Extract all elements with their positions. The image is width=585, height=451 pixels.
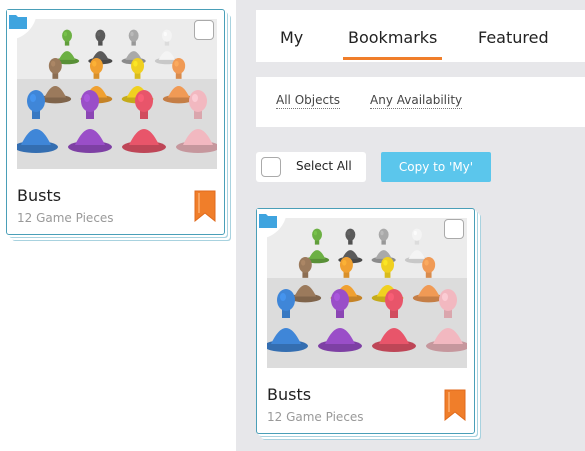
tab-bookmarks[interactable]: Bookmarks (342, 10, 443, 62)
select-all-checkbox[interactable] (261, 157, 281, 177)
filter-objects[interactable]: All Objects (276, 93, 341, 109)
card-title: Busts (267, 385, 312, 404)
bookmark-icon[interactable] (444, 389, 466, 421)
busts-image (17, 19, 217, 169)
card-select-checkbox[interactable] (444, 219, 464, 239)
object-card[interactable]: Busts 12 Game Pieces (6, 9, 225, 235)
card-subtitle: 12 Game Pieces (267, 410, 364, 424)
copy-to-my-button[interactable]: Copy to 'My' (381, 152, 491, 182)
object-card[interactable]: Busts 12 Game Pieces (256, 208, 475, 434)
busts-image (267, 218, 467, 368)
tab-my[interactable]: My (280, 10, 303, 62)
filter-bar: All Objects Any Availability (256, 77, 585, 127)
filter-availability[interactable]: Any Availability (370, 93, 463, 109)
card-subtitle: 12 Game Pieces (17, 211, 114, 225)
select-all-control[interactable]: Select All (256, 152, 366, 182)
tab-bar: My Bookmarks Featured (256, 10, 585, 62)
card-thumbnail (17, 19, 217, 169)
tab-featured[interactable]: Featured (478, 10, 549, 62)
bookmark-icon[interactable] (194, 190, 216, 222)
card-title: Busts (17, 186, 62, 205)
card-select-checkbox[interactable] (194, 20, 214, 40)
card-thumbnail (267, 218, 467, 368)
select-all-label: Select All (296, 159, 352, 173)
